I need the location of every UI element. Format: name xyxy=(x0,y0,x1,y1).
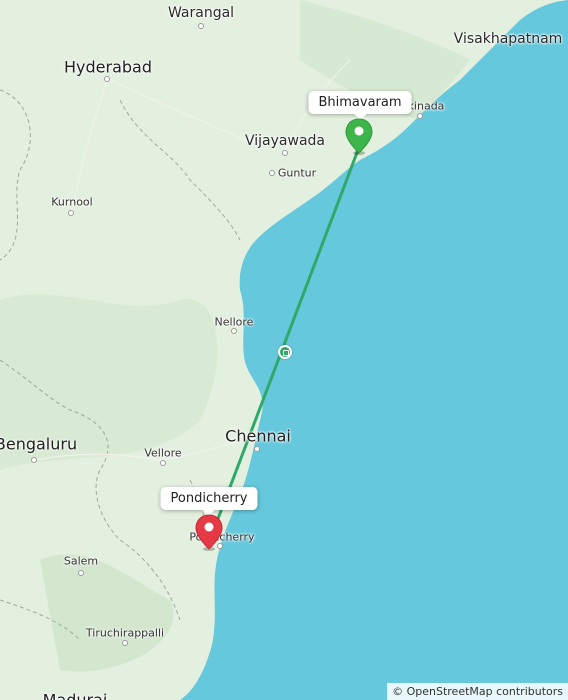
nellore-dot xyxy=(231,328,237,334)
chennai-dot xyxy=(254,446,260,452)
city-label-visakhapatnam: Visakhapatnam xyxy=(453,31,563,47)
city-label-guntur: Guntur xyxy=(277,166,317,180)
city-label-hyderabad: Hyderabad xyxy=(64,57,152,77)
warangal-dot xyxy=(198,23,204,29)
guntur-dot xyxy=(269,170,275,176)
city-label-warangal: Warangal xyxy=(167,5,235,21)
city-label-kinada: kinada xyxy=(407,99,445,113)
kurnool-dot xyxy=(68,210,74,216)
city-label-kurnool: Kurnool xyxy=(51,195,93,209)
map-pin-icon xyxy=(345,118,373,155)
city-label-nellore: Nellore xyxy=(214,315,254,329)
origin-popup: Bhimavaram xyxy=(308,91,412,120)
map-canvas[interactable]: Warangal Hyderabad Visakhapatnam kinada … xyxy=(0,0,568,700)
kinada-dot xyxy=(417,113,423,119)
origin-marker[interactable] xyxy=(345,118,373,160)
city-label-chennai: Chennai xyxy=(225,426,291,446)
map-attribution[interactable]: © OpenStreetMap contributors xyxy=(387,683,568,700)
city-label-bengaluru: Bengaluru xyxy=(0,434,78,454)
vellore-dot xyxy=(160,460,166,466)
destination-marker[interactable] xyxy=(195,514,223,556)
vijayawada-dot xyxy=(282,150,288,156)
city-label-madurai: Madurai xyxy=(42,690,108,700)
hyderabad-dot xyxy=(104,76,110,82)
tiruchirappalli-dot xyxy=(122,640,128,646)
train-icon[interactable] xyxy=(278,345,292,359)
city-label-vellore: Vellore xyxy=(144,446,182,460)
city-label-salem: Salem xyxy=(63,554,99,568)
map-pin-icon xyxy=(195,514,223,551)
city-label-vijayawada: Vijayawada xyxy=(245,133,325,149)
city-label-tiruchirappalli: Tiruchirappalli xyxy=(85,626,165,640)
bengaluru-dot xyxy=(31,457,37,463)
destination-popup: Pondicherry xyxy=(160,487,258,516)
salem-dot xyxy=(78,570,84,576)
